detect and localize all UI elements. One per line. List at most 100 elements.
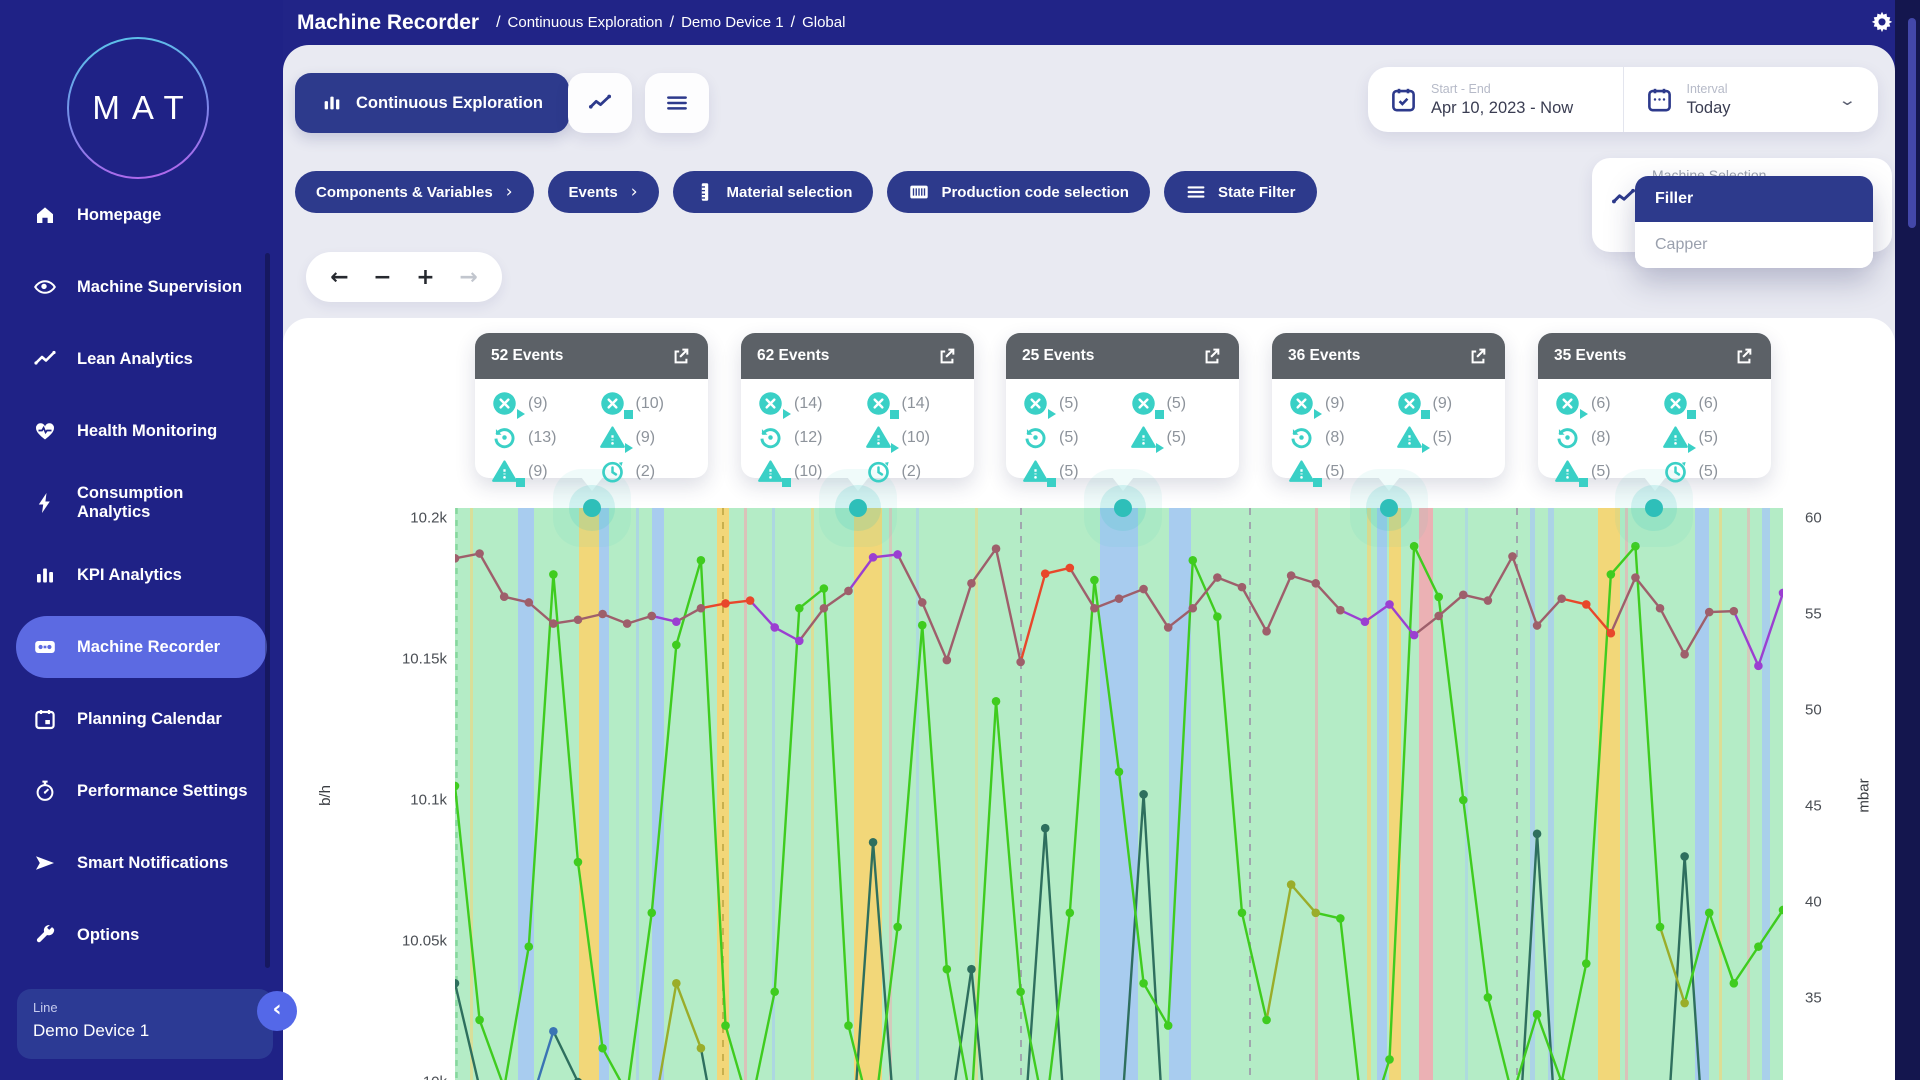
restore-event-icon <box>1288 424 1315 451</box>
filter-chip-production-code-selection[interactable]: Production code selection <box>887 171 1150 213</box>
event-type-count: (5) <box>1130 424 1224 451</box>
line-chart-icon <box>587 90 613 116</box>
dropdown-option-capper[interactable]: Capper <box>1635 222 1873 268</box>
square-badge-icon <box>1579 478 1588 487</box>
data-point <box>647 909 656 918</box>
data-point <box>943 656 952 665</box>
continuous-exploration-tab[interactable]: Continuous Exploration <box>295 73 569 133</box>
event-type-count: (9) <box>491 458 585 485</box>
data-point <box>1656 923 1665 932</box>
state-band-yellow <box>1367 508 1371 1080</box>
sidebar-item-planning-calendar[interactable]: Planning Calendar <box>0 683 283 755</box>
interval-picker[interactable]: Interval Today ⌄ <box>1623 67 1879 132</box>
logo-text: MAT <box>80 89 195 127</box>
event-count: (5) <box>1167 395 1187 413</box>
alert-event-icon <box>1022 458 1049 485</box>
pan-back-button[interactable]: ← <box>330 265 348 290</box>
sidebar-item-machine-recorder[interactable]: Machine Recorder <box>16 616 267 678</box>
sidebar-item-kpi-analytics[interactable]: KPI Analytics <box>0 539 283 611</box>
sidebar-item-lean-analytics[interactable]: Lean Analytics <box>0 323 283 395</box>
calendar-icon <box>33 707 57 731</box>
data-point <box>943 965 952 974</box>
alert-event-icon <box>1288 458 1315 485</box>
triangle-badge-icon <box>1688 443 1696 453</box>
breadcrumb-continuous-exploration[interactable]: Continuous Exploration <box>508 14 663 31</box>
open-events-button[interactable] <box>1467 345 1489 367</box>
data-point <box>1238 583 1247 592</box>
home-icon <box>33 203 57 227</box>
sidebar-item-machine-supervision[interactable]: Machine Supervision <box>0 251 283 323</box>
continuous-exploration-label: Continuous Exploration <box>356 94 543 113</box>
cancel-event-icon <box>1288 390 1315 417</box>
event-group-marker[interactable] <box>849 499 867 517</box>
open-events-button[interactable] <box>1733 345 1755 367</box>
filter-chip-material-selection[interactable]: Material selection <box>673 171 874 213</box>
sidebar-item-label: Health Monitoring <box>77 422 217 441</box>
sidebar-item-smart-notifications[interactable]: Smart Notifications <box>0 827 283 899</box>
filter-chip-state-filter[interactable]: State Filter <box>1164 171 1317 213</box>
event-type-count: (10) <box>757 458 851 485</box>
sidebar-item-consumption-analytics[interactable]: Consumption Analytics <box>0 467 283 539</box>
sidebar-item-options[interactable]: Options <box>0 899 283 971</box>
chevron-right-icon: › <box>506 182 513 202</box>
state-band-yellow <box>1389 508 1401 1080</box>
data-point <box>1213 573 1222 582</box>
open-events-button[interactable] <box>670 345 692 367</box>
filter-chip-events[interactable]: Events› <box>548 171 659 213</box>
triangle-badge-icon <box>1048 409 1056 419</box>
state-band-blue <box>1548 508 1554 1080</box>
open-events-button[interactable] <box>936 345 958 367</box>
line-chart-view-button[interactable] <box>568 73 632 133</box>
data-point <box>475 1016 484 1025</box>
external-link-icon <box>670 345 692 367</box>
history-event-icon <box>599 458 626 485</box>
zoom-out-button[interactable]: − <box>373 265 391 290</box>
event-group-marker[interactable] <box>583 499 601 517</box>
state-band-blue <box>1695 508 1709 1080</box>
open-events-button[interactable] <box>1201 345 1223 367</box>
dropdown-option-filler[interactable]: Filler <box>1635 176 1873 222</box>
breadcrumb-demo-device[interactable]: Demo Device 1 <box>681 14 784 31</box>
event-card-tail <box>581 477 603 491</box>
pan-forward-button[interactable]: → <box>459 265 477 290</box>
chevron-down-icon: ⌄ <box>1838 91 1857 109</box>
data-point <box>1607 570 1616 579</box>
sidebar-scrollbar[interactable] <box>265 253 270 968</box>
right-axis-tick: 60 <box>1805 510 1822 527</box>
state-band-blue <box>1530 508 1535 1080</box>
event-card-header: 25 Events <box>1006 333 1239 379</box>
sidebar-collapse-button[interactable]: ‹ <box>257 991 297 1031</box>
device-tooltip: Line Demo Device 1 <box>17 989 273 1059</box>
date-range-picker[interactable]: Start - End Apr 10, 2023 - Now <box>1368 67 1623 132</box>
sidebar-item-performance-settings[interactable]: Performance Settings <box>0 755 283 827</box>
zoom-in-button[interactable]: + <box>416 265 434 290</box>
event-card-tail <box>1112 477 1134 491</box>
restore-event-icon <box>491 424 518 451</box>
data-point <box>697 556 706 565</box>
event-count: (5) <box>1699 463 1719 481</box>
cancel-event-icon <box>1554 390 1581 417</box>
restore-event-icon <box>1554 424 1581 451</box>
data-point <box>1361 617 1370 626</box>
right-axis-tick: 55 <box>1805 606 1822 623</box>
event-group-marker[interactable] <box>1380 499 1398 517</box>
chart-plot-area <box>455 508 1783 1080</box>
filter-chip-components-variables[interactable]: Components & Variables› <box>295 171 534 213</box>
data-point <box>1705 909 1714 918</box>
data-point <box>820 584 829 593</box>
event-count: (14) <box>794 395 822 413</box>
data-point <box>598 610 607 619</box>
sidebar-item-homepage[interactable]: Homepage <box>0 179 283 251</box>
data-point <box>1705 608 1714 617</box>
data-point <box>1582 600 1591 609</box>
page-scrollbar-thumb[interactable] <box>1908 18 1916 228</box>
menu-view-button[interactable] <box>645 73 709 133</box>
breadcrumb-global[interactable]: Global <box>802 14 845 31</box>
state-band-blue <box>1762 508 1770 1080</box>
event-type-count: (10) <box>865 424 959 451</box>
event-count: (10) <box>902 429 930 447</box>
data-point <box>1311 579 1320 588</box>
sidebar-item-health-monitoring[interactable]: Health Monitoring <box>0 395 283 467</box>
data-point <box>1484 993 1493 1002</box>
breadcrumb-separator: / <box>791 14 795 32</box>
